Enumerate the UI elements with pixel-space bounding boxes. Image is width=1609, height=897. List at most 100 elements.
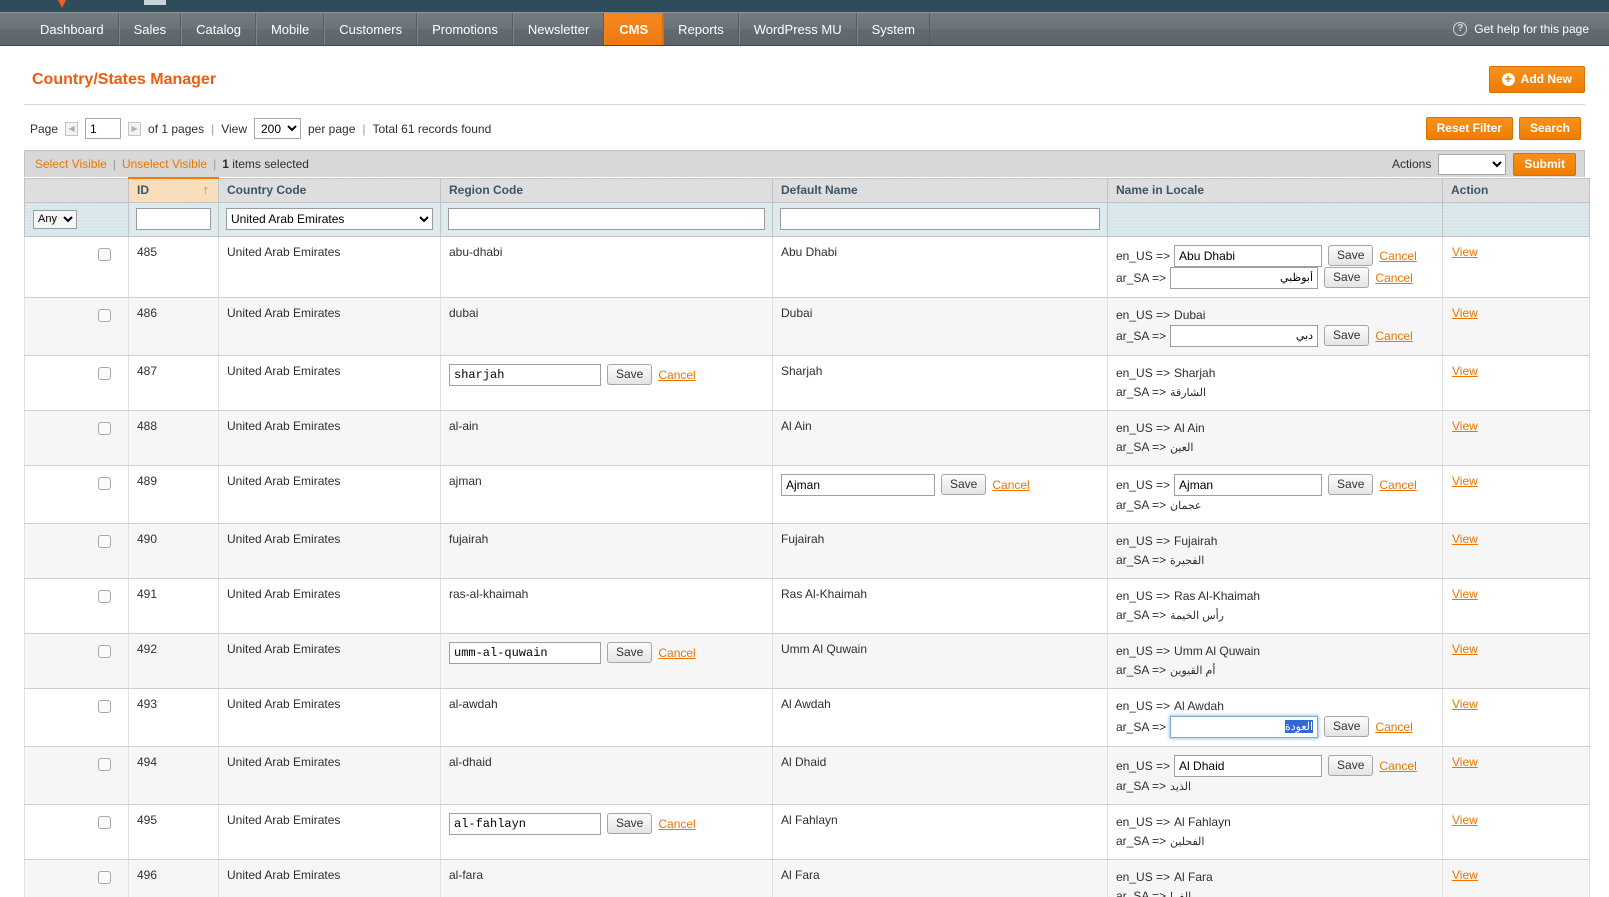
menu-item-reports[interactable]: Reports [663, 13, 739, 45]
inline-cancel-link[interactable]: Cancel [1379, 249, 1416, 263]
inline-cancel-link[interactable]: Cancel [1375, 271, 1412, 285]
cell-default-name[interactable]: Dubai [772, 297, 1108, 356]
cell-default-name[interactable]: Al Dhaid [772, 746, 1108, 805]
table-row[interactable]: 488 United Arab Emirates al-ain Al Ain en_US… [24, 410, 1590, 466]
inline-edit-input[interactable] [1170, 324, 1319, 347]
inline-save-button[interactable]: Save [1324, 325, 1370, 346]
inline-save-button[interactable]: Save [1328, 245, 1374, 266]
cell-name-in-locale[interactable]: en_US => Al Fahlayn ar_SA => الفحلين [1107, 804, 1443, 860]
cell-default-name[interactable]: Al Fahlayn [772, 804, 1108, 860]
cell-region-code[interactable]: al-dhaid [440, 746, 773, 805]
menu-item-mobile[interactable]: Mobile [255, 13, 325, 45]
inline-cancel-link[interactable]: Cancel [658, 368, 695, 382]
inline-save-button[interactable]: Save [607, 813, 653, 834]
submit-button[interactable]: Submit [1513, 152, 1576, 176]
inline-save-button[interactable]: Save [1328, 474, 1374, 495]
inline-cancel-link[interactable]: Cancel [658, 817, 695, 831]
row-select-checkbox[interactable] [98, 870, 111, 884]
cell-name-in-locale[interactable]: en_US =>SaveCancelar_SA =>SaveCancel [1107, 236, 1443, 298]
menu-item-promotions[interactable]: Promotions [417, 13, 513, 45]
inline-edit-input[interactable] [449, 812, 601, 835]
inline-cancel-link[interactable]: Cancel [1379, 478, 1416, 492]
inline-save-button[interactable]: Save [607, 364, 653, 385]
row-select-checkbox[interactable] [98, 589, 111, 603]
view-link[interactable]: View [1452, 587, 1478, 601]
view-link[interactable]: View [1452, 419, 1478, 433]
cell-region-code[interactable]: Save Cancel [440, 804, 773, 860]
grid-header-country_code[interactable]: Country Code [218, 177, 441, 203]
grid-header-action[interactable]: Action [1442, 177, 1590, 203]
cell-default-name[interactable]: Al Awdah [772, 688, 1108, 747]
checkbox-filter-select[interactable]: AnyYesNo [33, 209, 77, 229]
cell-name-in-locale[interactable]: en_US => Sharjah ar_SA => الشارقة [1107, 355, 1443, 411]
inline-edit-input[interactable] [1174, 244, 1323, 267]
table-row[interactable]: 485 United Arab Emirates abu-dhabi Abu Dhab… [24, 236, 1590, 298]
view-link[interactable]: View [1452, 868, 1478, 882]
table-row[interactable]: 492United Arab Emirates Save Cancel Umm Al … [24, 633, 1590, 689]
menu-item-cms[interactable]: CMS [604, 13, 664, 45]
search-button[interactable]: Search [1518, 117, 1581, 140]
inline-edit-input[interactable] [781, 473, 935, 496]
table-row[interactable]: 491 United Arab Emirates ras-al-khaimah Ras… [24, 578, 1590, 634]
row-select-checkbox[interactable] [98, 699, 111, 713]
inline-edit-input[interactable] [1170, 266, 1319, 289]
get-help-link[interactable]: ? Get help for this page [1453, 13, 1589, 45]
cell-default-name[interactable]: Al Fara [772, 859, 1108, 897]
grid-header-checkbox[interactable] [24, 177, 129, 203]
inline-edit-input[interactable] [449, 641, 601, 664]
inline-cancel-link[interactable]: Cancel [658, 646, 695, 660]
row-select-checkbox[interactable] [98, 421, 111, 435]
row-select-checkbox[interactable] [98, 757, 111, 771]
per-page-select[interactable]: 203050100200 [254, 118, 301, 139]
menu-item-sales[interactable]: Sales [118, 13, 182, 45]
cell-name-in-locale[interactable]: en_US => Al Ain ar_SA => العين [1107, 410, 1443, 466]
table-row[interactable]: 493 United Arab Emirates al-awdah Al Awdah e… [24, 688, 1590, 747]
add-new-button[interactable]: + Add New [1488, 66, 1585, 93]
unselect-visible-link[interactable]: Unselect Visible [122, 157, 207, 171]
cell-name-in-locale[interactable]: en_US =>Al Awdah ar_SA => Save Cancel [1107, 688, 1443, 747]
table-row[interactable]: 496 United Arab Emirates al-fara Al Fara en_… [24, 859, 1590, 897]
cell-region-code[interactable]: abu-dhabi [440, 236, 773, 298]
row-select-checkbox[interactable] [98, 534, 111, 548]
inline-edit-input[interactable] [1174, 473, 1323, 496]
menu-item-catalog[interactable]: Catalog [181, 13, 256, 45]
reset-filter-button[interactable]: Reset Filter [1425, 117, 1513, 140]
cell-name-in-locale[interactable]: en_US =>Dubai ar_SA => Save Cancel [1107, 297, 1443, 356]
inline-cancel-link[interactable]: Cancel [1375, 720, 1412, 734]
menu-item-system[interactable]: System [856, 13, 930, 45]
grid-header-id[interactable]: ID ↑ [128, 177, 219, 203]
inline-cancel-link[interactable]: Cancel [1375, 329, 1412, 343]
chevron-left-icon[interactable]: ◀ [65, 121, 79, 136]
cell-name-in-locale[interactable]: en_US => Fujairah ar_SA => الفجيرة [1107, 523, 1443, 579]
inline-edit-input[interactable] [449, 363, 601, 386]
cell-default-name[interactable]: Ras Al-Khaimah [772, 578, 1108, 634]
menu-item-dashboard[interactable]: Dashboard [26, 13, 119, 45]
row-select-checkbox[interactable] [98, 247, 111, 261]
cell-default-name[interactable]: Al Ain [772, 410, 1108, 466]
table-row[interactable]: 490 United Arab Emirates fujairah Fujairah e… [24, 523, 1590, 579]
view-link[interactable]: View [1452, 755, 1478, 769]
row-select-checkbox[interactable] [98, 308, 111, 322]
inline-edit-input[interactable] [1174, 754, 1323, 777]
menu-item-wordpress-mu[interactable]: WordPress MU [738, 13, 857, 45]
row-select-checkbox[interactable] [98, 815, 111, 829]
cell-name-in-locale[interactable]: en_US => Al Fara ar_SA => الفرا [1107, 859, 1443, 897]
region-code-filter-input[interactable] [448, 208, 765, 230]
view-link[interactable]: View [1452, 306, 1478, 320]
menu-item-customers[interactable]: Customers [324, 13, 418, 45]
cell-name-in-locale[interactable]: en_US => Ras Al-Khaimah ar_SA => رأس الخيمة [1107, 578, 1443, 634]
cell-region-code[interactable]: dubai [440, 297, 773, 356]
cell-default-name[interactable]: Fujairah [772, 523, 1108, 579]
inline-edit-input-focused[interactable] [1170, 715, 1319, 738]
country-code-filter-select[interactable]: United Arab Emirates [226, 208, 433, 230]
view-link[interactable]: View [1452, 245, 1478, 259]
cell-region-code[interactable]: Save Cancel [440, 633, 773, 689]
view-link[interactable]: View [1452, 642, 1478, 656]
view-link[interactable]: View [1452, 532, 1478, 546]
row-select-checkbox[interactable] [98, 476, 111, 490]
cell-default-name[interactable]: Save Cancel [772, 465, 1108, 524]
cell-name-in-locale[interactable]: en_US => Save Cancel ar_SA =>عجمان [1107, 465, 1443, 524]
inline-save-button[interactable]: Save [1324, 267, 1370, 288]
grid-header-region_code[interactable]: Region Code [440, 177, 773, 203]
cell-region-code[interactable]: ras-al-khaimah [440, 578, 773, 634]
